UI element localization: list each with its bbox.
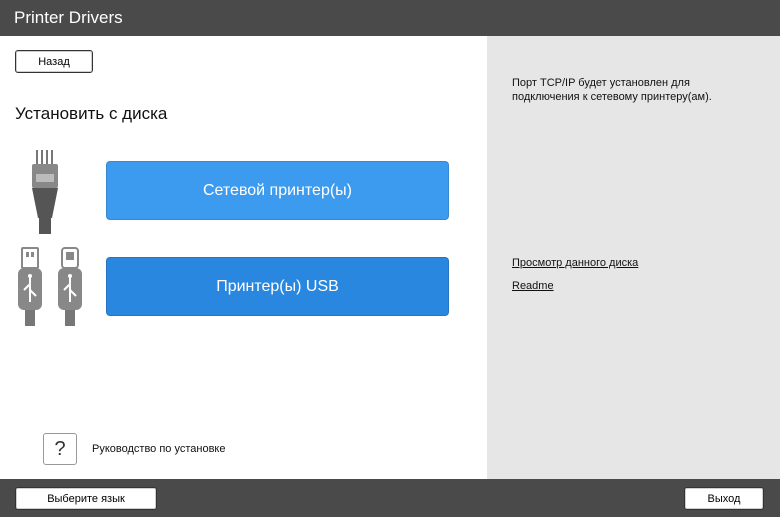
title-bar: Printer Drivers bbox=[0, 0, 780, 36]
usb-cable-icon bbox=[18, 247, 82, 326]
select-language-button[interactable]: Выберите язык bbox=[15, 487, 157, 510]
network-printer-button[interactable]: Сетевой принтер(ы) bbox=[106, 161, 449, 220]
exit-button[interactable]: Выход bbox=[684, 487, 764, 510]
view-disc-link[interactable]: Просмотр данного диска bbox=[512, 257, 638, 269]
installation-guide-link[interactable]: Руководство по установке bbox=[92, 443, 225, 455]
info-panel: Порт TCP/IP будет установлен для подключ… bbox=[487, 36, 780, 479]
help-icon[interactable]: ? bbox=[43, 433, 77, 465]
info-description: Порт TCP/IP будет установлен для подключ… bbox=[512, 77, 712, 103]
ethernet-cable-icon bbox=[32, 150, 58, 234]
main-panel: Назад Установить с диска Сетевой принтер… bbox=[0, 36, 487, 479]
readme-link[interactable]: Readme bbox=[512, 280, 554, 292]
back-button[interactable]: Назад bbox=[15, 50, 93, 73]
usb-printer-button[interactable]: Принтер(ы) USB bbox=[106, 257, 449, 316]
page-title: Установить с диска bbox=[15, 104, 168, 123]
bottom-bar: Выберите язык Выход bbox=[0, 479, 780, 517]
app-title: Printer Drivers bbox=[14, 8, 123, 27]
